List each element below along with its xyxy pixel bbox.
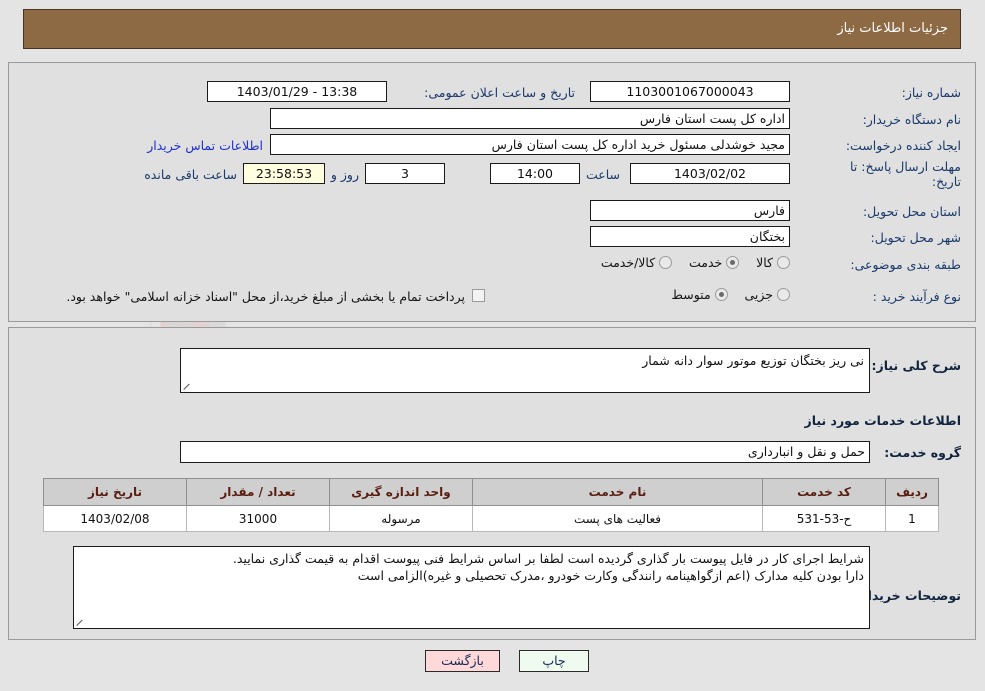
cell-quantity: 31000: [186, 505, 330, 532]
hour-label: ساعت: [585, 167, 620, 182]
description-textarea[interactable]: نی ریز بختگان توزیع موتور سوار دانه شمار: [180, 348, 870, 393]
buyer-notes-line-2: دارا بودن کلیه مدارک (اعم ازگواهینامه را…: [357, 568, 864, 583]
radio-process-motevaset-label: متوسط: [671, 287, 711, 302]
service-group-value: حمل و نقل و انبارداری: [180, 441, 870, 463]
need-detail-panel: شرح کلی نیاز: نی ریز بختگان توزیع موتور …: [8, 327, 976, 640]
cell-date: 1403/02/08: [43, 505, 187, 532]
creator-label: ایجاد کننده درخواست:: [845, 138, 961, 153]
th-index: ردیف: [885, 478, 939, 506]
back-button[interactable]: بازگشت: [425, 650, 500, 672]
treasury-checkbox[interactable]: [472, 289, 485, 302]
days-value: 3: [365, 163, 445, 184]
creator-value: مجید خوشدلی مسئول خرید اداره کل پست استا…: [270, 134, 790, 155]
print-button[interactable]: چاپ: [519, 650, 589, 672]
cell-name: فعالیت های پست: [472, 505, 763, 532]
buyer-notes-textarea[interactable]: شرایط اجرای کار در فایل پیوست بار گذاری …: [73, 546, 870, 629]
table-header-row: ردیف کد خدمت نام خدمت واحد اندازه گیری ت…: [43, 478, 939, 506]
radio-process-motevaset[interactable]: [714, 288, 728, 301]
description-label: شرح کلی نیاز:: [871, 358, 961, 373]
province-label: استان محل تحویل:: [862, 204, 961, 219]
radio-category-kala-khedmat-label: کالا/خدمت: [600, 255, 656, 270]
resize-grip-icon[interactable]: [76, 618, 85, 627]
th-date: تاریخ نیاز: [43, 478, 187, 506]
cell-code: ح-53-531: [762, 505, 886, 532]
page-header: جزئیات اطلاعات نیاز: [23, 9, 961, 49]
city-label: شهر محل تحویل:: [870, 230, 961, 245]
need-info-panel: شماره نیاز: 1103001067000043 تاریخ و ساع…: [8, 62, 976, 322]
category-label: طبقه بندی موضوعی:: [850, 257, 961, 272]
radio-process-jozi-label: جزیی: [744, 287, 773, 302]
remaining-time-value: 23:58:53: [243, 163, 325, 184]
service-group-label: گروه خدمت:: [884, 445, 961, 460]
radio-category-khedmat-label: خدمت: [689, 255, 723, 270]
category-radio-group: کالا خدمت کالا/خدمت: [588, 255, 790, 270]
deadline-date: 1403/02/02: [630, 163, 790, 184]
services-table: ردیف کد خدمت نام خدمت واحد اندازه گیری ت…: [43, 478, 939, 532]
announce-label: تاریخ و ساعت اعلان عمومی:: [424, 85, 575, 100]
services-section-heading: اطلاعات خدمات مورد نیاز: [804, 413, 962, 428]
th-unit: واحد اندازه گیری: [329, 478, 473, 506]
treasury-checkbox-label: پرداخت تمام یا بخشی از مبلغ خرید،از محل …: [66, 289, 465, 304]
resize-grip-icon[interactable]: [183, 382, 192, 391]
need-number-label: شماره نیاز:: [901, 85, 961, 100]
process-radio-group: جزیی متوسط: [658, 287, 790, 302]
radio-category-kala-khedmat[interactable]: [659, 256, 673, 269]
radio-category-khedmat[interactable]: [726, 256, 740, 269]
radio-process-jozi[interactable]: [777, 288, 790, 301]
buyer-org-value: اداره کل پست استان فارس: [270, 108, 790, 129]
page-title: جزئیات اطلاعات نیاز: [837, 21, 948, 36]
need-number-value: 1103001067000043: [590, 81, 790, 102]
radio-category-kala-label: کالا: [756, 255, 773, 270]
buyer-notes-label: توضیحات خریدار:: [855, 588, 961, 603]
cell-unit: مرسوله: [329, 505, 473, 532]
deadline-label: مهلت ارسال پاسخ: تا تاریخ:: [850, 159, 961, 189]
remaining-time-label: ساعت باقی مانده: [144, 167, 237, 182]
process-label: نوع فرآیند خرید :: [872, 289, 961, 304]
radio-category-kala[interactable]: [777, 256, 790, 269]
table-row: 1 ح-53-531 فعالیت های پست مرسوله 31000 1…: [43, 505, 939, 532]
city-value: بختگان: [590, 226, 790, 247]
days-label: روز و: [330, 167, 359, 182]
cell-index: 1: [885, 505, 939, 532]
th-quantity: تعداد / مقدار: [186, 478, 330, 506]
description-value: نی ریز بختگان توزیع موتور سوار دانه شمار: [642, 353, 864, 368]
buyer-notes-line-1: شرایط اجرای کار در فایل پیوست بار گذاری …: [232, 551, 864, 566]
province-value: فارس: [590, 200, 790, 221]
buyer-org-label: نام دستگاه خریدار:: [862, 112, 961, 127]
announce-value: 13:38 - 1403/01/29: [207, 81, 387, 102]
th-name: نام خدمت: [472, 478, 763, 506]
hour-value: 14:00: [490, 163, 580, 184]
th-code: کد خدمت: [762, 478, 886, 506]
buyer-contact-link[interactable]: اطلاعات تماس خریدار: [147, 138, 263, 153]
